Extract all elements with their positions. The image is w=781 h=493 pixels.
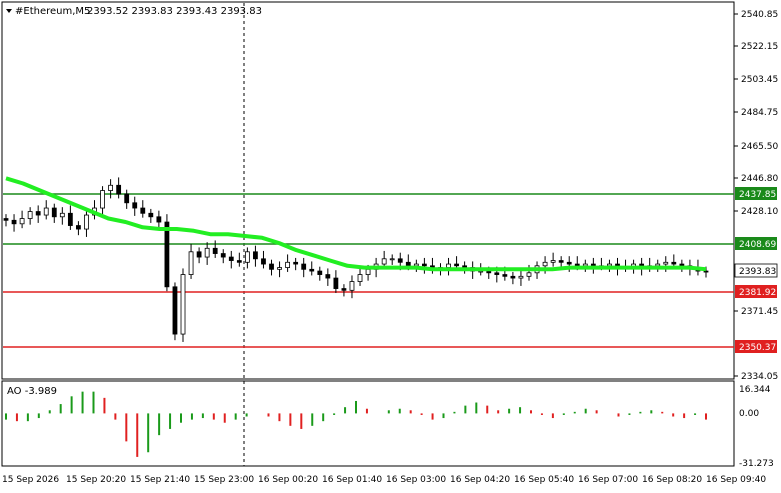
level-badge-text: 2381.92 — [739, 288, 776, 298]
time-axis: 15 Sep 2026 15 Sep 20:20 15 Sep 21:40 15… — [2, 475, 766, 485]
candle — [301, 257, 307, 278]
candle — [293, 257, 299, 271]
price-tick: 2522.15 — [741, 42, 778, 52]
symbol-label: #Ethereum,M5 — [15, 6, 90, 17]
candle — [27, 207, 33, 225]
candle — [100, 186, 105, 215]
level-badge-text: 2437.85 — [739, 190, 776, 200]
candle — [446, 257, 451, 276]
candle — [261, 250, 266, 269]
candle — [389, 254, 395, 265]
price-tick: 2484.75 — [741, 108, 778, 118]
candle — [277, 261, 282, 278]
candle — [164, 214, 170, 292]
time-label: 15 Sep 20:20 — [66, 475, 126, 485]
ohlc-values: 2393.52 2393.83 2393.43 2393.83 — [87, 6, 262, 17]
time-label: 16 Sep 00:20 — [258, 475, 318, 485]
candle — [124, 189, 130, 209]
chart-canvas[interactable]: #Ethereum,M5 2393.52 2393.83 2393.43 239… — [0, 0, 781, 489]
price-tick: 2503.45 — [741, 75, 778, 85]
candle — [67, 205, 73, 230]
candle — [35, 205, 41, 223]
candlestick-series — [3, 177, 709, 342]
candle — [317, 266, 323, 281]
candle — [285, 254, 291, 272]
time-label: 16 Sep 07:00 — [578, 475, 638, 485]
candle — [76, 221, 81, 236]
time-label: 16 Sep 03:00 — [386, 475, 446, 485]
candle — [220, 249, 226, 264]
candle — [253, 245, 258, 267]
current-price-text: 2393.83 — [739, 267, 776, 277]
time-label: 16 Sep 04:20 — [450, 475, 510, 485]
ao-tick: 16.344 — [739, 385, 771, 395]
candle — [59, 207, 65, 225]
candle — [244, 247, 250, 269]
candle — [180, 268, 186, 342]
time-label: 16 Sep 01:40 — [322, 475, 382, 485]
candle — [132, 196, 138, 216]
candle — [341, 284, 347, 297]
time-label: 15 Sep 23:00 — [194, 475, 254, 485]
time-label: 16 Sep 09:40 — [706, 475, 766, 485]
candle — [309, 261, 315, 276]
price-tick: 2540.85 — [741, 10, 778, 20]
price-tick: 2446.80 — [741, 174, 778, 184]
price-tick: 2465.50 — [741, 142, 778, 152]
candle — [550, 252, 556, 267]
price-tick: 2334.05 — [741, 372, 778, 382]
candle — [108, 179, 113, 199]
ao-histogram — [5, 391, 707, 457]
candle — [116, 177, 122, 199]
candle — [325, 268, 331, 286]
candle — [92, 200, 97, 220]
ao-indicator-title: AO -3.989 — [7, 386, 57, 397]
candle — [333, 270, 339, 293]
candle — [172, 282, 178, 341]
symbol-menu-arrow-icon[interactable] — [6, 9, 12, 13]
candle — [204, 242, 210, 265]
candle — [43, 200, 49, 220]
candle — [421, 257, 427, 274]
candle — [51, 203, 57, 223]
time-label: 16 Sep 08:20 — [642, 475, 702, 485]
candle — [196, 247, 202, 264]
candle — [236, 252, 242, 267]
candle — [518, 270, 524, 286]
candle — [212, 240, 218, 258]
level-badge-text: 2408.69 — [739, 240, 776, 250]
price-tick: 2371.45 — [741, 307, 778, 317]
candle — [510, 271, 516, 285]
candle — [84, 208, 89, 237]
price-tick: 2428.10 — [741, 207, 778, 217]
ao-panel-frame — [1, 380, 735, 467]
candle — [140, 200, 146, 218]
time-label: 15 Sep 21:40 — [130, 475, 190, 485]
candle — [3, 214, 9, 227]
ao-tick: -31.273 — [739, 459, 774, 469]
candle — [228, 250, 234, 269]
candle — [526, 264, 532, 281]
candle — [647, 257, 653, 272]
level-badge-text: 2350.37 — [739, 343, 776, 353]
candle — [19, 210, 25, 229]
candle — [349, 275, 355, 299]
candle — [148, 208, 154, 223]
candle — [357, 266, 363, 286]
time-label: 16 Sep 05:40 — [514, 475, 574, 485]
ao-tick: 0.00 — [739, 409, 759, 419]
candle — [430, 257, 435, 274]
time-label: 15 Sep 2026 — [2, 475, 59, 485]
ao-axis: 16.344 0.00 -31.273 — [739, 385, 774, 469]
trading-chart-window[interactable]: #Ethereum,M5 2393.52 2393.83 2393.43 239… — [0, 0, 781, 489]
candle — [269, 259, 274, 276]
candle — [188, 243, 194, 279]
candle — [11, 214, 17, 232]
